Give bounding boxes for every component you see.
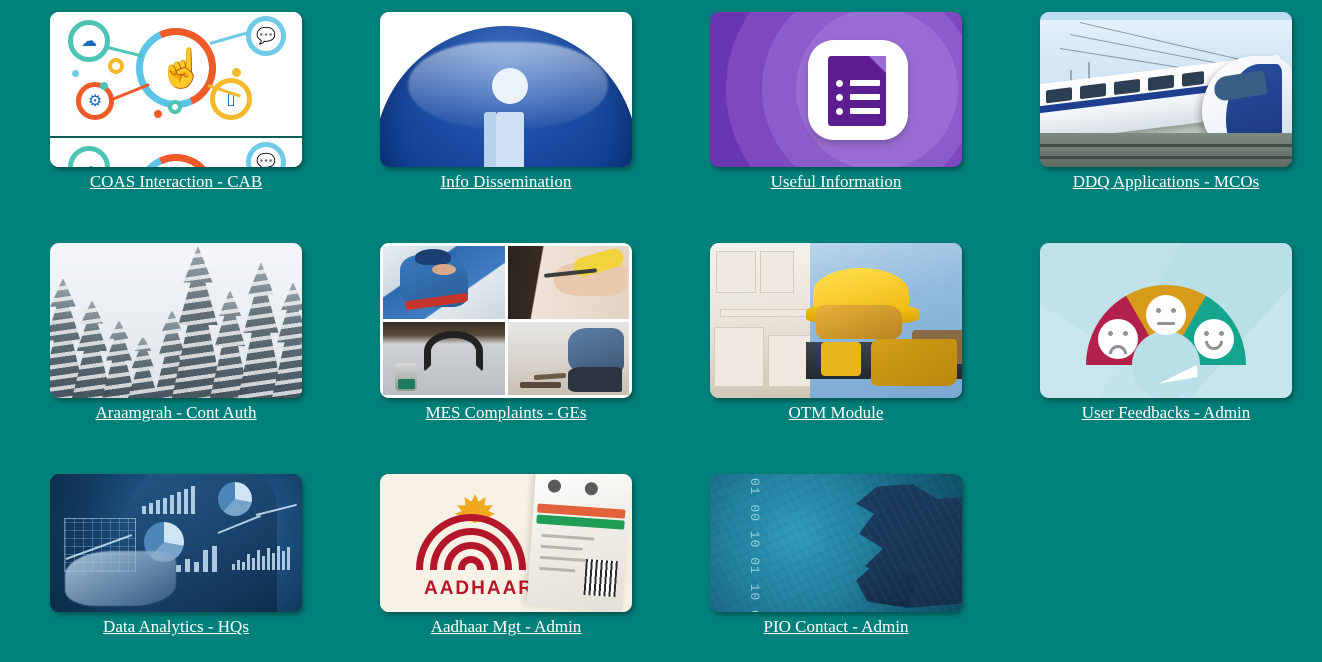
document-list-icon xyxy=(710,12,962,167)
information-icon xyxy=(380,12,632,167)
sad-face-icon xyxy=(1098,319,1138,359)
train-photo xyxy=(1040,12,1292,167)
mes-complaints-thumbnail[interactable] xyxy=(380,243,632,398)
flooring-install-photo xyxy=(507,322,629,395)
araamgrah-thumbnail[interactable] xyxy=(50,243,302,398)
tile-label-aadhaar-mgt-admin[interactable]: Aadhaar Mgt - Admin xyxy=(380,617,632,637)
network-interaction-icon: ☝ ☁ 💬 ⚙ ▯ ☝ ☁ 💬 xyxy=(50,12,302,167)
pio-contact-thumbnail[interactable]: 01 00 10 01 10 0 01 0010 xyxy=(710,474,962,612)
ddq-applications-thumbnail[interactable] xyxy=(1040,12,1292,167)
construction-worker-photo xyxy=(710,243,962,398)
tile-label-useful-information[interactable]: Useful Information xyxy=(710,172,962,192)
tile-ddq-applications-mcos[interactable]: DDQ Applications - MCOs xyxy=(1040,12,1292,243)
useful-information-thumbnail[interactable] xyxy=(710,12,962,167)
snowy-pines-photo xyxy=(50,243,302,398)
tile-label-mes-complaints-ges[interactable]: MES Complaints - GEs xyxy=(380,403,632,423)
happy-face-icon xyxy=(1194,319,1234,359)
world-map-binary-photo: 01 00 10 01 10 0 01 0010 xyxy=(710,474,962,612)
coas-interaction-thumbnail[interactable]: ☝ ☁ 💬 ⚙ ▯ ☝ ☁ 💬 xyxy=(50,12,302,167)
screwdriver-photo xyxy=(507,246,629,319)
tile-data-analytics-hqs[interactable]: Data Analytics - HQs xyxy=(50,474,302,662)
aadhaar-logo: AADHAAR xyxy=(380,474,632,612)
tile-pio-contact-admin[interactable]: 01 00 10 01 10 0 01 0010 PIO Contact - A… xyxy=(710,474,962,662)
tile-label-coas-interaction-cab[interactable]: COAS Interaction - CAB xyxy=(50,172,302,192)
tile-aadhaar-mgt-admin[interactable]: AADHAAR Aadhaar Mgt - Admin xyxy=(380,474,632,662)
data-analytics-photo xyxy=(50,474,302,612)
tile-label-ddq-applications-mcos[interactable]: DDQ Applications - MCOs xyxy=(1040,172,1292,192)
tile-mes-complaints-ges[interactable]: MES Complaints - GEs xyxy=(380,243,632,474)
aadhaar-mgt-thumbnail[interactable]: AADHAAR xyxy=(380,474,632,612)
info-dissemination-thumbnail[interactable] xyxy=(380,12,632,167)
neutral-face-icon xyxy=(1146,295,1186,335)
tile-info-dissemination[interactable]: Info Dissemination xyxy=(380,12,632,243)
tile-label-data-analytics-hqs[interactable]: Data Analytics - HQs xyxy=(50,617,302,637)
tile-araamgrah-cont-auth[interactable]: Araamgrah - Cont Auth xyxy=(50,243,302,474)
tile-label-araamgrah-cont-auth[interactable]: Araamgrah - Cont Auth xyxy=(50,403,302,423)
user-feedbacks-thumbnail[interactable] xyxy=(1040,243,1292,398)
maintenance-collage-photo xyxy=(383,246,505,319)
app-tile-grid: ☝ ☁ 💬 ⚙ ▯ ☝ ☁ 💬 xyxy=(0,0,1322,662)
tile-label-info-dissemination[interactable]: Info Dissemination xyxy=(380,172,632,192)
tile-label-pio-contact-admin[interactable]: PIO Contact - Admin xyxy=(710,617,962,637)
tile-coas-interaction-cab[interactable]: ☝ ☁ 💬 ⚙ ▯ ☝ ☁ 💬 xyxy=(50,12,302,243)
tile-useful-information[interactable]: Useful Information xyxy=(710,12,962,243)
floor-cleaning-photo xyxy=(383,322,505,395)
tile-user-feedbacks-admin[interactable]: User Feedbacks - Admin xyxy=(1040,243,1292,474)
tile-label-otm-module[interactable]: OTM Module xyxy=(710,403,962,423)
data-analytics-thumbnail[interactable] xyxy=(50,474,302,612)
otm-module-thumbnail[interactable] xyxy=(710,243,962,398)
aadhaar-wordmark: AADHAAR xyxy=(423,578,535,599)
satisfaction-gauge-icon xyxy=(1040,243,1292,398)
tile-label-user-feedbacks-admin[interactable]: User Feedbacks - Admin xyxy=(1040,403,1292,423)
tile-otm-module[interactable]: OTM Module xyxy=(710,243,962,474)
